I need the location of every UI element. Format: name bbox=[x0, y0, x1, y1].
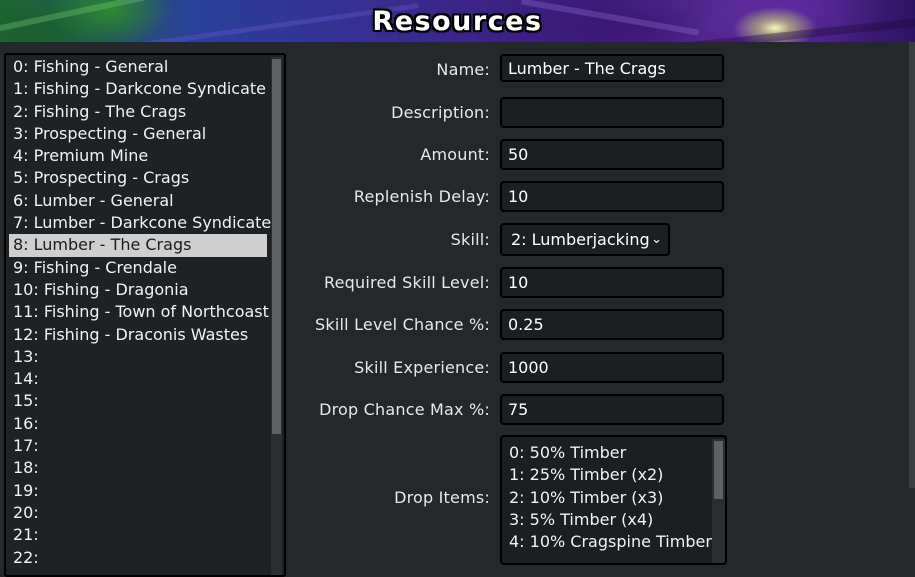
list-item[interactable]: 15: bbox=[9, 390, 267, 412]
list-item[interactable]: 0: Fishing - General bbox=[9, 56, 267, 78]
list-item[interactable]: 13: bbox=[9, 346, 267, 368]
skill-select-value: 2: Lumberjacking bbox=[511, 230, 650, 249]
required-skill-level-label: Required Skill Level: bbox=[324, 273, 490, 292]
list-item[interactable]: 8: Lumber - The Crags bbox=[9, 234, 267, 257]
replenish-delay-input[interactable] bbox=[500, 181, 724, 212]
description-input[interactable] bbox=[500, 97, 724, 128]
skill-select[interactable]: 2: Lumberjacking ⌄ bbox=[500, 223, 670, 256]
drop-items-scrollbar[interactable] bbox=[712, 439, 725, 563]
required-skill-level-input[interactable] bbox=[500, 267, 724, 298]
list-item[interactable]: 7: Lumber - Darkcone Syndicate bbox=[9, 212, 271, 234]
list-item[interactable]: 10: Fishing - Dragonia bbox=[9, 279, 267, 301]
skill-experience-input[interactable] bbox=[500, 352, 724, 383]
list-item[interactable]: 21: bbox=[9, 524, 267, 546]
resource-list-scrollbar[interactable] bbox=[271, 57, 282, 575]
list-item[interactable]: 19: bbox=[9, 480, 267, 502]
resource-list[interactable]: 0: Fishing - General 1: Fishing - Darkcon… bbox=[4, 53, 286, 577]
skill-label: Skill: bbox=[450, 230, 490, 249]
list-item[interactable]: 20: bbox=[9, 502, 267, 524]
list-item[interactable]: 16: bbox=[9, 413, 267, 435]
name-input[interactable] bbox=[500, 54, 724, 82]
drop-item[interactable]: 2: 10% Timber (x3) bbox=[509, 487, 709, 509]
drop-item[interactable]: 4: 10% Cragspine Timber bbox=[509, 531, 712, 553]
list-item[interactable]: 4: Premium Mine bbox=[9, 145, 267, 167]
drop-items-label: Drop Items: bbox=[394, 488, 490, 507]
amount-label: Amount: bbox=[420, 145, 490, 164]
list-item[interactable]: 17: bbox=[9, 435, 267, 457]
chevron-down-icon: ⌄ bbox=[651, 232, 662, 247]
list-item[interactable]: 2: Fishing - The Crags bbox=[9, 101, 267, 123]
description-label: Description: bbox=[391, 103, 490, 122]
list-item[interactable]: 1: Fishing - Darkcone Syndicate bbox=[9, 78, 267, 100]
list-item[interactable]: 11: Fishing - Town of Northcoast bbox=[9, 301, 269, 323]
skill-experience-label: Skill Experience: bbox=[354, 358, 490, 377]
list-item[interactable]: 12: Fishing - Draconis Wastes bbox=[9, 324, 267, 346]
drop-item[interactable]: 1: 25% Timber (x2) bbox=[509, 464, 709, 486]
drop-items-container: 0: 50% Timber 1: 25% Timber (x2) 2: 10% Ti… bbox=[509, 442, 712, 553]
scroll-thumb[interactable] bbox=[272, 59, 281, 434]
list-item[interactable]: 9: Fishing - Crendale bbox=[9, 257, 267, 279]
drop-items-list[interactable]: 0: 50% Timber 1: 25% Timber (x2) 2: 10% Ti… bbox=[500, 435, 727, 565]
list-item[interactable]: 14: bbox=[9, 368, 267, 390]
list-item[interactable]: 22: bbox=[9, 547, 267, 569]
drop-item[interactable]: 0: 50% Timber bbox=[509, 442, 709, 464]
name-label: Name: bbox=[436, 60, 490, 79]
drop-chance-max-input[interactable] bbox=[500, 394, 724, 425]
drop-chance-max-label: Drop Chance Max %: bbox=[319, 400, 490, 419]
scroll-thumb[interactable] bbox=[714, 441, 723, 499]
list-item[interactable]: 6: Lumber - General bbox=[9, 190, 267, 212]
drop-item[interactable]: 3: 5% Timber (x4) bbox=[509, 509, 709, 531]
skill-level-chance-input[interactable] bbox=[500, 309, 724, 340]
page-title: Resources bbox=[372, 6, 543, 37]
replenish-delay-label: Replenish Delay: bbox=[353, 187, 490, 206]
header-banner: Resources bbox=[0, 0, 915, 42]
amount-input[interactable] bbox=[500, 139, 724, 170]
list-item[interactable]: 5: Prospecting - Crags bbox=[9, 167, 267, 189]
page-scrollbar[interactable] bbox=[909, 42, 915, 488]
skill-level-chance-label: Skill Level Chance %: bbox=[315, 315, 490, 334]
list-item[interactable]: 3: Prospecting - General bbox=[9, 123, 267, 145]
list-item[interactable]: 18: bbox=[9, 457, 267, 479]
resource-list-items: 0: Fishing - General 1: Fishing - Darkcon… bbox=[9, 56, 271, 569]
